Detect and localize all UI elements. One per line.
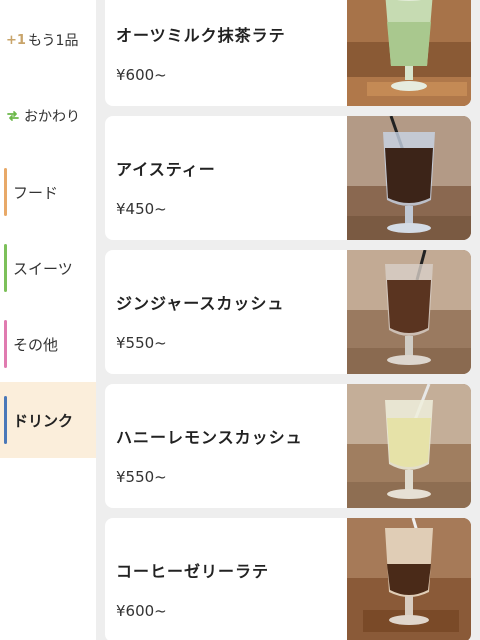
coffee-jelly-latte-photo [347,518,471,640]
menu-item-card[interactable]: オーツミルク抹茶ラテ ¥600~ [105,0,471,106]
iced-tea-photo [347,116,471,240]
category-sidebar: +1 もう1品 おかわり フード スイーツ その他 ドリンク [0,0,96,640]
sidebar-item-label: スイーツ [13,259,73,278]
sidebar-item-other[interactable]: その他 [0,306,96,382]
category-color-bar [4,396,7,444]
sidebar-item-refill[interactable]: おかわり [0,78,96,154]
menu-item-price: ¥600~ [116,602,167,620]
ginger-squash-photo [347,250,471,374]
matcha-latte-photo [347,0,471,106]
menu-list: オーツミルク抹茶ラテ ¥600~ アイスティー ¥450~ ジンジャースカッシュ… [96,0,480,640]
menu-item-card[interactable]: ハニーレモンスカッシュ ¥550~ [105,384,471,508]
menu-item-name: ハニーレモンスカッシュ [116,428,303,447]
category-color-bar [4,168,7,216]
refill-icon [7,111,19,121]
sidebar-item-label: その他 [13,335,59,354]
menu-item-price: ¥450~ [116,200,167,218]
honey-lemon-photo [347,384,471,508]
sidebar-item-sweets[interactable]: スイーツ [0,230,96,306]
menu-item-name: コーヒーゼリーラテ [116,562,270,581]
menu-item-price: ¥600~ [116,66,167,84]
plus-one-badge: +1 [6,32,26,48]
menu-item-name: ジンジャースカッシュ [116,294,285,313]
category-color-bar [4,320,7,368]
category-color-bar [4,244,7,292]
menu-item-name: オーツミルク抹茶ラテ [116,26,286,45]
sidebar-item-drinks[interactable]: ドリンク [0,382,96,458]
menu-item-price: ¥550~ [116,334,167,352]
menu-item-card[interactable]: コーヒーゼリーラテ ¥600~ [105,518,471,640]
menu-item-card[interactable]: ジンジャースカッシュ ¥550~ [105,250,471,374]
menu-item-price: ¥550~ [116,468,167,486]
menu-item-card[interactable]: アイスティー ¥450~ [105,116,471,240]
menu-item-name: アイスティー [116,160,216,179]
sidebar-item-food[interactable]: フード [0,154,96,230]
sidebar-item-label: もう1品 [27,33,79,49]
sidebar-item-label: フード [13,183,59,202]
sidebar-item-label: ドリンク [13,411,74,430]
sidebar-item-one-more[interactable]: +1 もう1品 [0,2,96,78]
sidebar-item-label: おかわり [24,109,80,125]
